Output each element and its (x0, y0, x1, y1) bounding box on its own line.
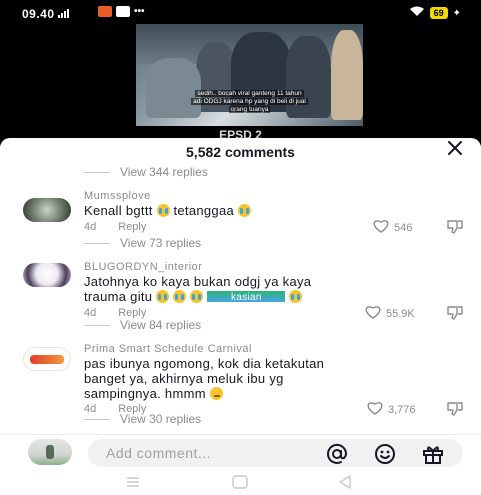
more-notifications-icon: ••• (134, 6, 145, 17)
dislike-icon[interactable] (446, 220, 464, 239)
view-replies-button[interactable]: View 344 replies (84, 165, 208, 179)
comment-meta: 4d Reply (84, 221, 146, 233)
crying-emoji-icon (173, 290, 187, 303)
reply-button[interactable]: Reply (118, 221, 146, 233)
app-notification-icon (98, 6, 112, 17)
wifi-icon (409, 6, 425, 20)
dislike-icon[interactable] (446, 306, 464, 325)
like-count: 546 (394, 221, 413, 234)
gift-icon[interactable] (422, 443, 444, 465)
sticker-strip: kasian (207, 291, 286, 303)
crying-emoji-icon (156, 290, 170, 303)
avatar[interactable] (28, 439, 72, 465)
charging-icon: ✦ (452, 7, 461, 19)
video-caption: sedih.. bocah viral ganteng 11 tahun adi… (191, 90, 308, 113)
view-replies-button[interactable]: View 73 replies (84, 236, 201, 250)
crying-emoji-icon (288, 290, 302, 303)
comment-age: 4d (84, 221, 97, 233)
heart-icon (372, 219, 390, 236)
back-nav-icon[interactable] (338, 475, 352, 494)
avatar[interactable] (23, 263, 71, 287)
status-time: 09.40 (22, 7, 55, 21)
comment-username[interactable]: BLUGORDYN_interior (84, 261, 202, 273)
like-button[interactable]: 3,776 (366, 401, 416, 418)
video-thumbnail[interactable]: sedih.. bocah viral ganteng 11 tahun adi… (136, 24, 363, 126)
comment-text: pas ibunya ngomong, kok dia ketakutan ba… (84, 356, 325, 401)
crying-emoji-icon (237, 204, 251, 217)
crying-emoji-icon (190, 290, 204, 303)
like-count: 55.9K (386, 307, 415, 320)
comment-text: Jatohnya ko kaya bukan odgj ya kaya trau… (84, 274, 312, 304)
heart-icon (364, 305, 382, 322)
like-button[interactable]: 55.9K (364, 305, 415, 322)
comments-header: 5,582 comments (0, 138, 481, 164)
status-right: 69 ✦ (409, 6, 461, 20)
home-nav-icon[interactable] (232, 475, 248, 494)
close-icon[interactable] (445, 140, 465, 160)
at-icon[interactable] (326, 443, 348, 465)
menu-nav-icon[interactable] (126, 475, 140, 493)
comment-input[interactable] (106, 443, 306, 463)
battery-indicator: 69 (429, 7, 448, 19)
status-bar: 09.40 ••• 69 ✦ (0, 0, 481, 24)
heart-icon (366, 401, 384, 418)
comment-input-wrapper[interactable] (88, 439, 463, 467)
smirk-emoji-icon (209, 387, 223, 400)
dislike-icon[interactable] (446, 402, 464, 421)
crying-emoji-icon (156, 204, 170, 217)
like-count: 3,776 (388, 403, 416, 416)
view-replies-button[interactable]: View 84 replies (84, 318, 201, 332)
emoji-icon[interactable] (374, 443, 396, 465)
comments-sheet: 5,582 comments View 344 replies Mumssplo… (0, 138, 481, 495)
comment-count: 5,582 comments (186, 144, 295, 160)
comment-input-bar (0, 435, 481, 469)
avatar[interactable] (23, 347, 71, 371)
like-button[interactable]: 546 (372, 219, 412, 236)
avatar[interactable] (23, 198, 71, 222)
notification-icons: ••• (98, 6, 145, 17)
comment-username[interactable]: Prima Smart Schedule Carnival (84, 343, 252, 355)
app-notification-icon (116, 6, 130, 17)
view-replies-button[interactable]: View 30 replies (84, 412, 201, 426)
comment-text: Kenall bgttt tetanggaa (84, 203, 424, 218)
signal-icon (58, 9, 69, 18)
video-area: 09.40 ••• 69 ✦ sedih.. bocah viral gante… (0, 0, 481, 146)
system-nav-bar (0, 471, 481, 495)
comment-username[interactable]: Mumssplove (84, 190, 151, 202)
